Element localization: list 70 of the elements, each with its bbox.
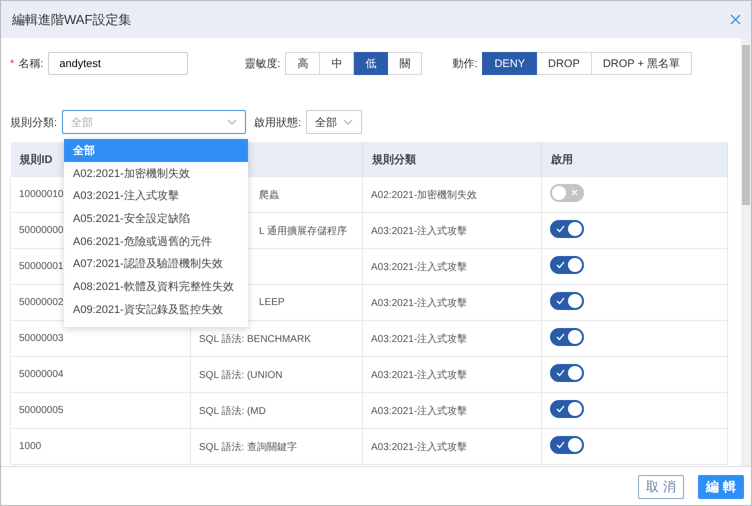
chevron-down-icon	[343, 119, 354, 125]
table-cell: 50000000	[19, 225, 64, 236]
check-icon	[556, 225, 565, 233]
dropdown-option[interactable]: A02:2021-加密機制失效	[64, 162, 248, 184]
dropdown-option[interactable]: A03:2021-注入式攻擊	[64, 184, 248, 208]
field-label: 靈敏度:	[244, 56, 280, 71]
table-cell: 50000002	[19, 297, 64, 308]
check-icon	[556, 441, 565, 449]
toggle-switch[interactable]	[550, 220, 584, 238]
table-cell: 爬蟲	[259, 190, 279, 200]
field-label: 規則分類:	[10, 116, 58, 130]
table-cell: 50000005	[19, 405, 64, 416]
segment-option[interactable]: 高	[285, 52, 320, 75]
table-cell: SQL 語法: 查詢關鍵字	[199, 442, 297, 452]
dropdown-option[interactable]: A07:2021-認證及驗證機制失效	[64, 252, 248, 276]
table-cell: 10000010	[19, 189, 64, 200]
table-cell: A03:2021-注入式攻擊	[371, 226, 468, 236]
table-cell: A03:2021-注入式攻擊	[371, 262, 468, 272]
check-icon	[556, 405, 565, 413]
segment-option[interactable]: DENY	[482, 52, 538, 75]
cancel-button[interactable]: 取 消	[638, 474, 684, 498]
field-label: 啟用狀態:	[254, 116, 302, 130]
field-label: 動作:	[452, 57, 478, 71]
table-cell: SQL 語法: (UNION	[199, 370, 283, 380]
segment-option[interactable]: 低	[354, 52, 388, 75]
table-cell: 50000003	[19, 333, 64, 344]
column-header: 規則ID	[20, 154, 52, 166]
toggle-switch[interactable]	[550, 436, 584, 454]
segment-option[interactable]: 關	[388, 52, 422, 75]
segment-option[interactable]: 中	[320, 52, 354, 75]
toggle-switch[interactable]	[550, 292, 584, 310]
table-cell: A03:2021-注入式攻擊	[371, 370, 468, 380]
table-cell: A03:2021-注入式攻擊	[371, 298, 468, 308]
table-cell: A02:2021-加密機制失效	[371, 190, 478, 200]
table-cell: 50000004	[19, 369, 64, 380]
table-cell: SQL 語法: (MD	[199, 406, 266, 416]
toggle-switch[interactable]	[550, 184, 584, 202]
dropdown-option[interactable]: A06:2021-危險或過舊的元件	[64, 230, 248, 252]
dropdown-option[interactable]: A05:2021-安全設定缺陷	[64, 207, 248, 230]
table-cell: A03:2021-注入式攻擊	[371, 406, 468, 416]
x-icon	[571, 189, 578, 196]
check-icon	[556, 297, 565, 305]
chevron-down-icon	[227, 119, 238, 125]
toggle-switch[interactable]	[550, 364, 584, 382]
segment-option[interactable]: DROP	[537, 52, 592, 75]
status-select[interactable]: 全部	[306, 110, 362, 134]
name-input[interactable]: andytest	[48, 52, 188, 75]
scrollbar[interactable]	[741, 38, 751, 466]
check-icon	[556, 261, 565, 269]
column-header: 啟用	[551, 154, 573, 166]
dropdown-option[interactable]: A09:2021-資安記錄及監控失效	[64, 298, 248, 320]
table-cell: A03:2021-注入式攻擊	[371, 334, 468, 344]
close-icon[interactable]	[730, 14, 741, 25]
segment-option[interactable]: DROP + 黑名單	[592, 52, 692, 75]
check-icon	[556, 333, 565, 341]
window-title: 編輯進階WAF設定集	[12, 10, 132, 28]
table-cell: 1000	[19, 441, 42, 452]
table-cell: 50000001	[19, 261, 64, 272]
table-cell: LEEP	[259, 297, 285, 308]
toggle-switch[interactable]	[550, 328, 584, 346]
check-icon	[556, 369, 565, 377]
toggle-switch[interactable]	[550, 400, 584, 418]
table-cell: A03:2021-注入式攻擊	[371, 442, 468, 452]
toggle-switch[interactable]	[550, 256, 584, 274]
table-cell: L 通用擴展存儲程序	[259, 226, 347, 236]
required-mark: *	[10, 58, 14, 70]
dropdown-option[interactable]: A08:2021-軟體及資料完整性失效	[64, 275, 248, 298]
column-header: 規則分類	[372, 154, 416, 166]
field-label: 名稱:	[18, 57, 44, 71]
table-cell: SQL 語法: BENCHMARK	[199, 334, 311, 344]
